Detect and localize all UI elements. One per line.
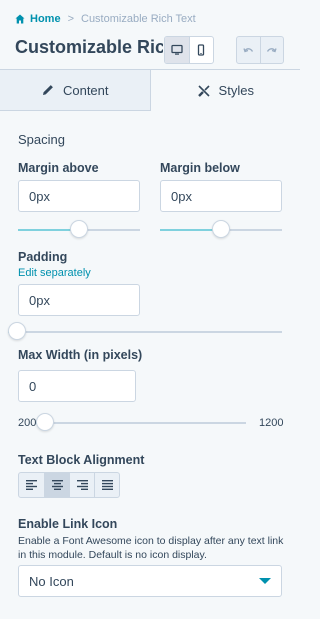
undo-button[interactable]	[237, 37, 260, 63]
tab-content-label: Content	[62, 82, 109, 98]
align-right-button[interactable]	[69, 473, 94, 497]
module-title: Customizable Ric...	[15, 37, 163, 57]
tab-content[interactable]: Content	[0, 70, 151, 111]
margin-below-label: Margin below	[160, 161, 240, 175]
align-center-button[interactable]	[44, 473, 69, 497]
max-width-input[interactable]: 0	[18, 370, 136, 402]
link-icon-label: Enable Link Icon	[18, 517, 118, 531]
breadcrumb-current: Customizable Rich Text	[81, 13, 196, 25]
padding-label: Padding	[18, 250, 68, 264]
margin-above-input[interactable]: 0px	[18, 180, 140, 212]
tab-styles[interactable]: Styles	[150, 70, 300, 111]
align-justify-icon	[101, 480, 113, 490]
link-icon-help-text: Enable a Font Awesome icon to display af…	[18, 535, 284, 561]
max-width-min: 200	[18, 417, 37, 429]
home-icon	[15, 14, 25, 24]
device-preview-toggle	[164, 36, 214, 64]
link-icon-select-value: No Icon	[29, 573, 74, 589]
max-width-max: 1200	[259, 417, 284, 429]
align-right-icon	[76, 480, 88, 490]
align-center-icon	[51, 480, 63, 490]
redo-icon	[267, 47, 277, 52]
chevron-down-icon	[259, 578, 271, 584]
link-icon-select[interactable]: No Icon	[18, 565, 282, 597]
slider-thumb[interactable]	[8, 322, 26, 340]
editor-tabs: Content Styles	[0, 69, 300, 111]
slider-track	[8, 331, 282, 333]
breadcrumb-home-label: Home	[30, 13, 61, 25]
mobile-icon	[198, 44, 205, 56]
margin-above-label: Margin above	[18, 161, 99, 175]
margin-below-input[interactable]: 0px	[160, 180, 282, 212]
history-controls	[236, 36, 284, 64]
slider-thumb[interactable]	[212, 220, 230, 238]
desktop-preview-button[interactable]	[165, 37, 189, 63]
max-width-label: Max Width (in pixels)	[18, 348, 143, 362]
align-left-icon	[26, 480, 37, 490]
slider-thumb[interactable]	[70, 220, 88, 238]
margin-below-slider[interactable]	[160, 220, 282, 240]
editor-header: Home > Customizable Rich Text Customizab…	[0, 0, 300, 69]
tab-styles-label: Styles	[218, 83, 254, 98]
align-left-button[interactable]	[19, 473, 44, 497]
slider-thumb[interactable]	[36, 413, 54, 431]
mobile-preview-button[interactable]	[188, 37, 214, 63]
desktop-icon	[171, 44, 183, 55]
redo-button[interactable]	[259, 37, 284, 63]
text-alignment-group	[18, 472, 120, 498]
breadcrumb: Home > Customizable Rich Text	[15, 11, 196, 27]
spacing-heading: Spacing	[18, 132, 65, 147]
edit-separately-link[interactable]: Edit separately	[18, 267, 91, 279]
align-justify-button[interactable]	[94, 473, 119, 497]
brush-icon	[197, 84, 210, 97]
text-alignment-label: Text Block Alignment	[18, 453, 145, 467]
slider-track	[36, 422, 246, 424]
max-width-slider[interactable]	[36, 413, 246, 433]
pencil-icon	[42, 85, 53, 95]
breadcrumb-home[interactable]: Home	[15, 13, 61, 25]
padding-input[interactable]: 0px	[18, 284, 140, 316]
margin-above-slider[interactable]	[18, 220, 140, 240]
undo-icon	[243, 47, 253, 52]
padding-slider[interactable]	[8, 322, 282, 342]
styles-panel: Spacing Margin above 0px Margin below 0p…	[0, 111, 300, 619]
breadcrumb-separator: >	[67, 13, 74, 25]
